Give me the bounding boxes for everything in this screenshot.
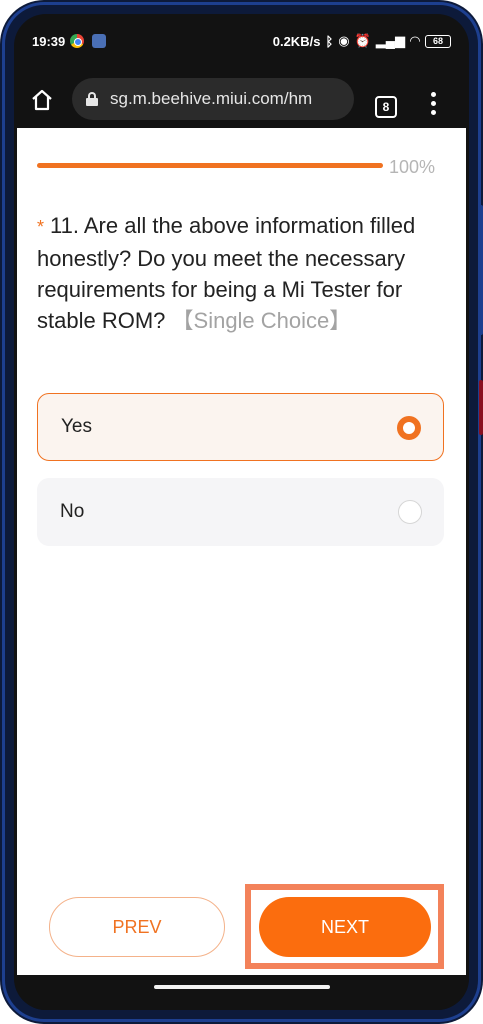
- power-button: [479, 380, 483, 435]
- status-indicators: 0.2KB/s ᛒ ◉ ⏰ ▂▄▆ ◠ 68: [273, 33, 451, 49]
- alarm-icon: ⏰: [354, 33, 371, 48]
- app-notification-icon: [92, 34, 106, 48]
- vibrate-icon: ◉: [338, 33, 350, 48]
- url-text: sg.m.beehive.miui.com/hm: [110, 89, 313, 108]
- question-type: 【Single Choice】: [171, 308, 352, 333]
- question-text-block: * 11. Are all the above information fille…: [37, 210, 437, 336]
- browser-toolbar: sg.m.beehive.miui.com/hm 8: [14, 70, 469, 128]
- next-button[interactable]: NEXT: [259, 897, 431, 957]
- status-time: 19:39: [32, 34, 66, 49]
- chrome-notification-icon: [70, 34, 84, 48]
- wifi-icon: ◠: [410, 33, 420, 48]
- more-menu-icon[interactable]: [423, 92, 443, 120]
- required-mark: *: [37, 217, 45, 237]
- battery-icon: 68: [425, 34, 451, 48]
- network-speed: 0.2KB/s: [272, 33, 321, 49]
- option-no[interactable]: No: [37, 478, 444, 546]
- status-bar: 19:39 0.2KB/s ᛒ ◉ ⏰ ▂▄▆ ◠ 68: [14, 14, 469, 70]
- option-yes[interactable]: Yes: [37, 393, 444, 461]
- address-bar[interactable]: sg.m.beehive.miui.com/hm: [72, 78, 354, 120]
- gesture-handle[interactable]: [154, 985, 330, 989]
- volume-button: [479, 205, 483, 335]
- progress-bar: [37, 163, 383, 168]
- survey-page: 100% * 11. Are all the above information …: [17, 128, 466, 975]
- signal-icon: ▂▄▆: [375, 33, 405, 48]
- progress-fill: [37, 163, 383, 168]
- screen: 19:39 0.2KB/s ᛒ ◉ ⏰ ▂▄▆ ◠ 68 sg.m.beehiv…: [14, 14, 469, 1010]
- radio-unselected-icon[interactable]: [398, 500, 422, 524]
- radio-selected-icon[interactable]: [397, 416, 421, 440]
- bluetooth-icon: ᛒ: [325, 33, 334, 49]
- navigation-area: [14, 975, 469, 1010]
- option-label: Yes: [61, 416, 92, 437]
- lock-icon: [86, 92, 98, 106]
- phone-frame: 19:39 0.2KB/s ᛒ ◉ ⏰ ▂▄▆ ◠ 68 sg.m.beehiv…: [0, 0, 483, 1024]
- home-icon[interactable]: [30, 88, 54, 112]
- option-label: No: [60, 501, 85, 522]
- tab-switcher-button[interactable]: 8: [375, 96, 397, 118]
- prev-button[interactable]: PREV: [49, 897, 225, 957]
- progress-percent: 100%: [389, 157, 436, 177]
